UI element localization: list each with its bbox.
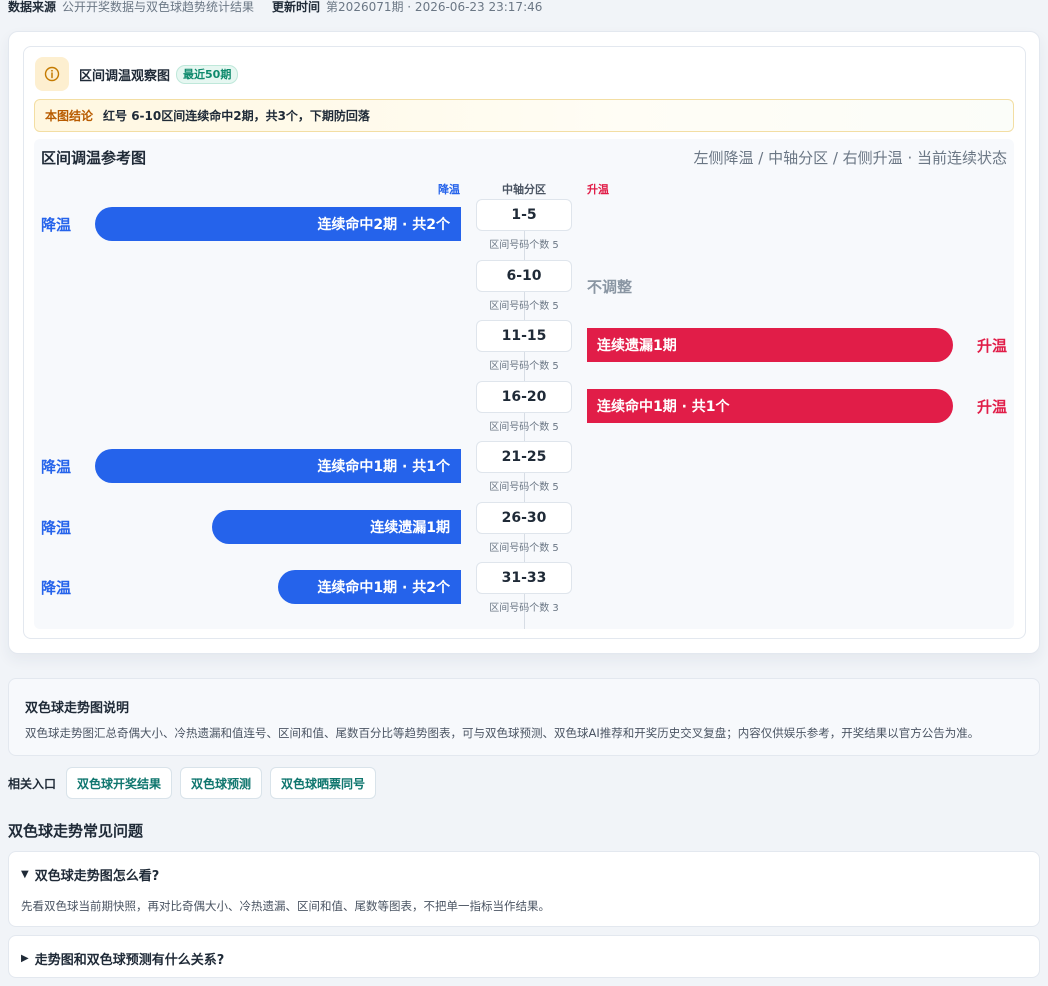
faq-answer: 先看双色球当前期快照，再对比奇偶大小、冷热遗漏、区间和值、尾数等图表，不把单一指… bbox=[21, 899, 550, 913]
zone-row-6-10: 6-10 区间号码个数 5 不调整 bbox=[34, 259, 1014, 312]
link-ssq-prediction[interactable]: 双色球预测 bbox=[180, 767, 263, 799]
chart-subtitle: 左侧降温 / 中轴分区 / 右侧升温 · 当前连续状态 bbox=[693, 149, 1008, 167]
zone-count: 区间号码个数 5 bbox=[489, 482, 559, 493]
chart-title: 区间调温参考图 bbox=[41, 149, 147, 167]
zone-row-31-33: 31-33 区间号码个数 3 降温 连续命中1期 · 共2个 bbox=[34, 562, 1014, 614]
no-adjust-label: 不调整 bbox=[587, 277, 633, 296]
warm-label: 升温 bbox=[976, 337, 1007, 355]
zone-row-26-30: 26-30 区间号码个数 5 降温 连续遗漏1期 bbox=[34, 501, 1014, 554]
source-label: 数据来源 bbox=[8, 0, 57, 14]
zone-count: 区间号码个数 5 bbox=[489, 542, 559, 554]
zone-label: 6-10 bbox=[476, 259, 572, 292]
warm-label: 升温 bbox=[976, 397, 1007, 416]
faq-question-text: 双色球走势图怎么看? bbox=[34, 869, 160, 884]
zone-label: 11-15 bbox=[476, 320, 572, 352]
zone-temperature-chart: 区间调温参考图 左侧降温 / 中轴分区 / 右侧升温 · 当前连续状态 降温 中… bbox=[34, 139, 1014, 629]
warm-bar: 连续遗漏1期 bbox=[587, 328, 953, 362]
zone-count: 区间号码个数 3 bbox=[489, 603, 559, 614]
zone-label: 21-25 bbox=[476, 441, 572, 473]
meta-row: 数据来源 公开开奖数据与双色球趋势统计结果 更新时间 第2026071期 · 2… bbox=[8, 0, 560, 14]
zone-label: 31-33 bbox=[476, 562, 572, 594]
zone-row-11-15: 11-15 区间号码个数 5 升温 连续遗漏1期 bbox=[34, 320, 1014, 372]
link-ssq-ticket-share[interactable]: 双色球晒票同号 bbox=[270, 767, 377, 799]
cool-bar: 连续命中1期 · 共2个 bbox=[278, 570, 461, 604]
zone-count: 区间号码个数 5 bbox=[489, 300, 559, 312]
faq-item[interactable]: ▼ 双色球走势图怎么看? 先看双色球当前期快照，再对比奇偶大小、冷热遗漏、区间和… bbox=[8, 851, 1040, 927]
column-header-warm: 升温 bbox=[587, 183, 609, 196]
warm-bar: 连续命中1期 · 共1个 bbox=[587, 388, 953, 423]
cool-bar: 连续命中2期 · 共2个 bbox=[95, 207, 461, 241]
column-header-center: 中轴分区 bbox=[502, 183, 546, 196]
related-label: 相关入口 bbox=[8, 776, 57, 791]
zone-row-21-25: 21-25 区间号码个数 5 降温 连续命中1期 · 共1个 bbox=[34, 441, 1014, 493]
info-icon bbox=[35, 57, 69, 91]
source-value: 公开开奖数据与双色球趋势统计结果 bbox=[62, 0, 255, 14]
link-ssq-results[interactable]: 双色球开奖结果 bbox=[66, 767, 173, 799]
zone-label: 26-30 bbox=[476, 501, 572, 534]
update-label: 更新时间 bbox=[272, 0, 321, 14]
zone-row-1-5: 1-5 区间号码个数 5 降温 连续命中2期 · 共2个 bbox=[34, 199, 1014, 251]
zone-temperature-panel: 区间调温观察图 最近50期 本图结论 红号 6-10区间连续命中2期，共3个，下… bbox=[23, 46, 1026, 639]
cool-label: 降温 bbox=[41, 458, 72, 476]
recent-badge: 最近50期 bbox=[176, 64, 239, 84]
zone-count: 区间号码个数 5 bbox=[489, 361, 559, 372]
faq-question[interactable]: ▶ 走势图和双色球预测有什么关系? bbox=[21, 949, 224, 968]
cool-label: 降温 bbox=[41, 518, 72, 537]
faq-question[interactable]: ▼ 双色球走势图怎么看? bbox=[21, 865, 159, 884]
zone-count: 区间号码个数 5 bbox=[489, 421, 559, 433]
cool-bar: 连续遗漏1期 bbox=[212, 509, 461, 544]
panel-header: 区间调温观察图 最近50期 bbox=[35, 57, 239, 91]
trend-card: 区间调温观察图 最近50期 本图结论 红号 6-10区间连续命中2期，共3个，下… bbox=[8, 31, 1040, 654]
triangle-down-icon: ▼ bbox=[21, 869, 29, 880]
cool-bar: 连续命中1期 · 共1个 bbox=[95, 449, 461, 483]
zone-label: 16-20 bbox=[476, 380, 572, 413]
faq-question-text: 走势图和双色球预测有什么关系? bbox=[34, 953, 225, 968]
panel-title: 区间调温观察图 bbox=[79, 68, 171, 84]
update-value: 第2026071期 · 2026-06-23 23:17:46 bbox=[326, 0, 543, 14]
zone-row-16-20: 16-20 区间号码个数 5 升温 连续命中1期 · 共1个 bbox=[34, 380, 1014, 433]
faq-heading: 双色球走势常见问题 bbox=[8, 822, 144, 840]
column-header-cool: 降温 bbox=[438, 183, 460, 196]
conclusion-label: 本图结论 bbox=[45, 109, 94, 123]
related-links: 相关入口 双色球开奖结果 双色球预测 双色球晒票同号 bbox=[8, 767, 384, 799]
zone-label: 1-5 bbox=[476, 199, 572, 231]
cool-label: 降温 bbox=[41, 579, 72, 597]
description-card: 双色球走势图说明 双色球走势图汇总奇偶大小、冷热遗漏和值连号、区间和值、尾数百分… bbox=[8, 678, 1040, 756]
cool-label: 降温 bbox=[41, 216, 72, 234]
conclusion-bar: 本图结论 红号 6-10区间连续命中2期，共3个，下期防回落 bbox=[34, 99, 1014, 132]
conclusion-text: 红号 6-10区间连续命中2期，共3个，下期防回落 bbox=[103, 109, 370, 123]
triangle-right-icon: ▶ bbox=[21, 953, 29, 964]
zone-count: 区间号码个数 5 bbox=[489, 240, 559, 251]
faq-item[interactable]: ▶ 走势图和双色球预测有什么关系? bbox=[8, 935, 1040, 978]
description-text: 双色球走势图汇总奇偶大小、冷热遗漏和值连号、区间和值、尾数百分比等趋势图表，可与… bbox=[25, 726, 980, 740]
description-title: 双色球走势图说明 bbox=[25, 701, 130, 716]
